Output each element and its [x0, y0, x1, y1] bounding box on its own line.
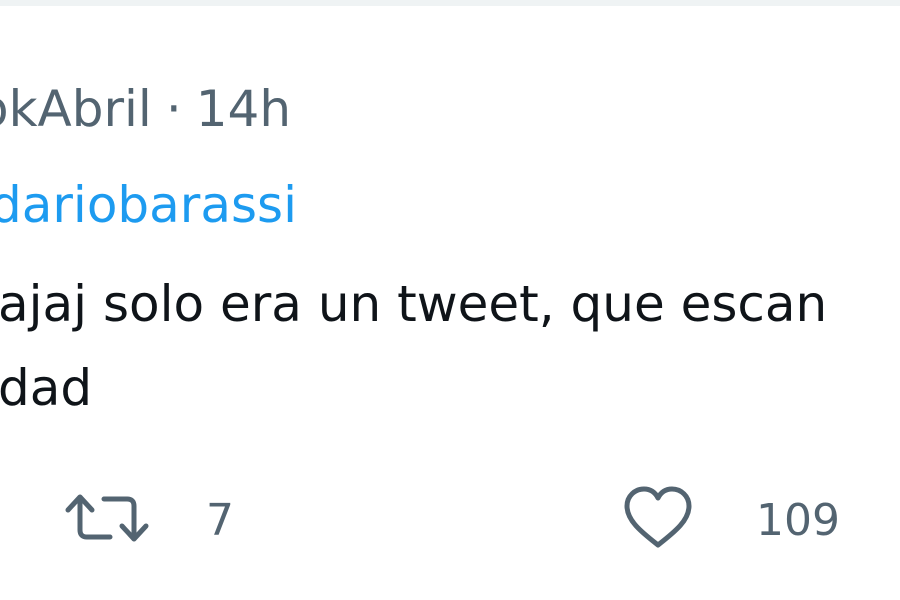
meta-separator: ·	[165, 80, 182, 138]
like-button[interactable]: 109	[622, 470, 840, 570]
heart-icon	[622, 485, 694, 555]
like-count: 109	[756, 494, 840, 546]
tweet-actions: 7 109	[0, 470, 900, 570]
retweet-icon	[64, 490, 150, 550]
tweet-reply-card: okAbril·14h dariobarassi ajaj solo era u…	[0, 0, 900, 600]
tweet-timestamp[interactable]: 14h	[196, 80, 291, 138]
tweet-text-line: dad	[0, 359, 93, 417]
retweet-button[interactable]: 7	[64, 470, 234, 570]
mention-link[interactable]: dariobarassi	[0, 168, 297, 242]
author-name[interactable]: okAbril	[0, 80, 152, 138]
divider	[0, 0, 900, 6]
tweet-text: ajaj solo era un tweet, que escan dad	[0, 262, 900, 430]
tweet-text-line: ajaj solo era un tweet, que escan	[0, 275, 828, 333]
tweet-meta: okAbril·14h	[0, 72, 291, 146]
retweet-count: 7	[206, 494, 234, 546]
